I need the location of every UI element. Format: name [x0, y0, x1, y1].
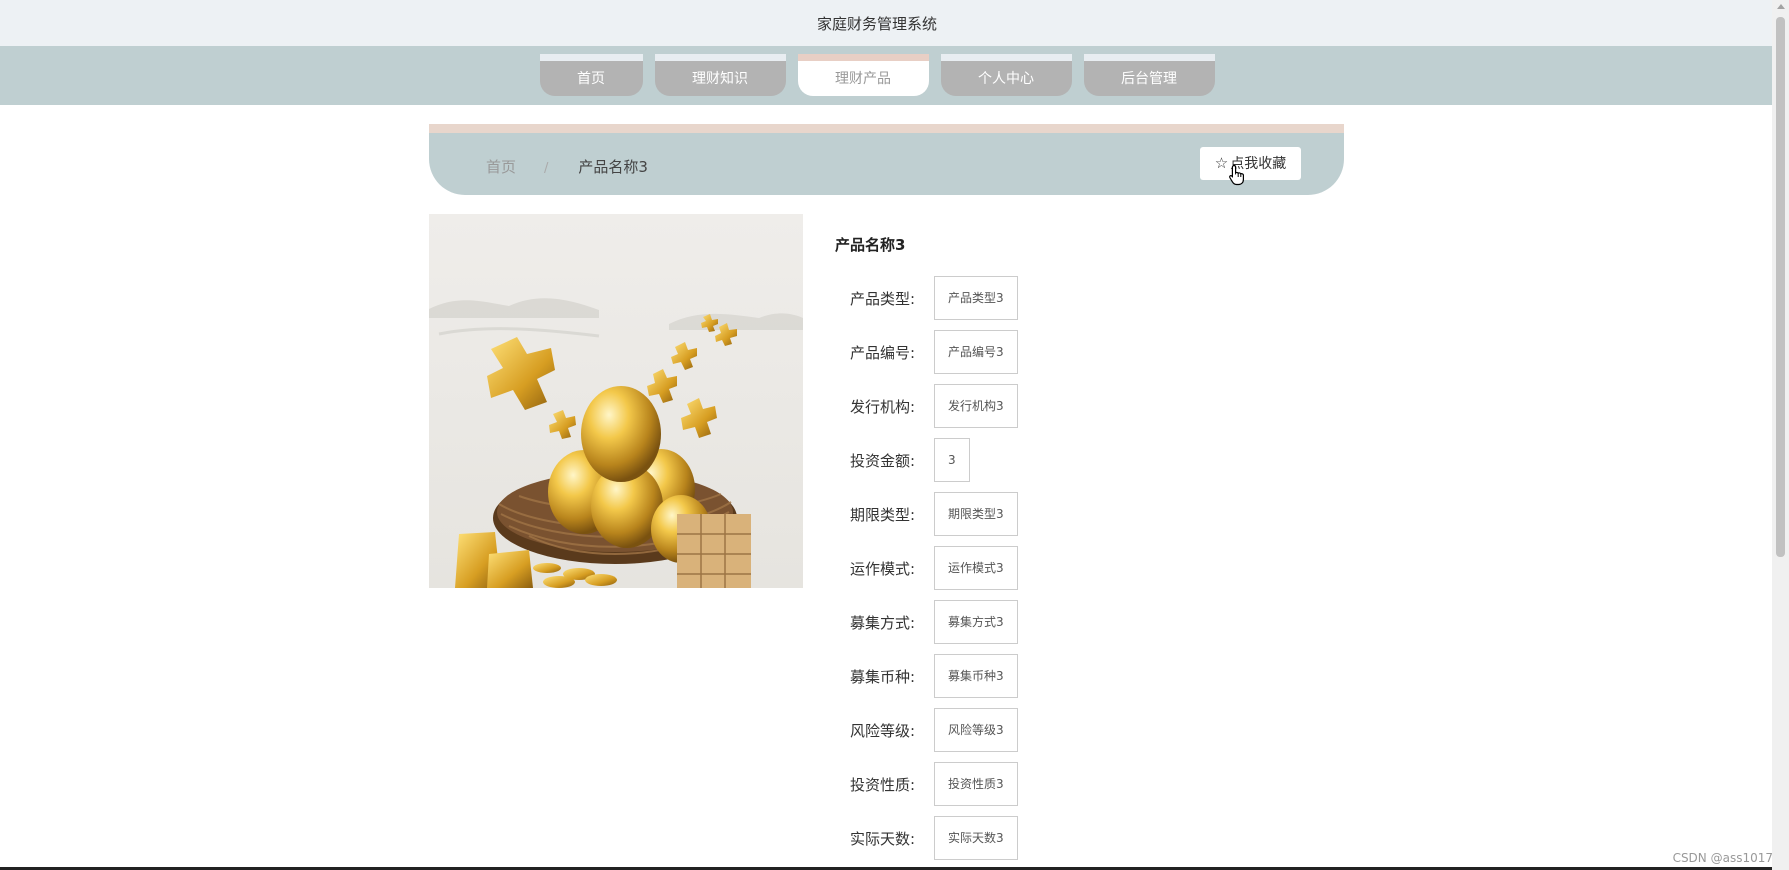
field-value: 运作模式3	[934, 546, 1018, 590]
favorite-button[interactable]: ☆ 点我收藏	[1200, 147, 1301, 180]
product-image	[429, 214, 803, 588]
field-label: 投资性质:	[849, 776, 915, 794]
field-label: 运作模式:	[849, 560, 915, 578]
field-label: 实际天数:	[849, 830, 915, 848]
nav-tabs: 首页 理财知识 理财产品 个人中心 后台管理	[0, 54, 1754, 96]
nav-bar: 首页 理财知识 理财产品 个人中心 后台管理	[0, 46, 1789, 105]
top-header: 家庭财务管理系统	[0, 0, 1789, 46]
field-value: 投资性质3	[934, 762, 1018, 806]
field-label: 风险等级:	[849, 722, 915, 740]
field-value: 募集币种3	[934, 654, 1018, 698]
field-value: 产品类型3	[934, 276, 1018, 320]
field-label: 期限类型:	[849, 506, 915, 524]
field-label: 产品类型:	[849, 290, 915, 308]
field-value: 实际天数3	[934, 816, 1018, 860]
star-outline-icon: ☆	[1214, 154, 1229, 172]
breadcrumb-home-link[interactable]: 首页	[486, 158, 516, 176]
watermark: CSDN @ass1017	[1672, 851, 1773, 865]
nav-tab-personal-center[interactable]: 个人中心	[940, 54, 1072, 96]
nav-tab-admin[interactable]: 后台管理	[1083, 54, 1215, 96]
field-label: 产品编号:	[849, 344, 915, 362]
nav-tab-finance-products[interactable]: 理财产品	[797, 54, 929, 96]
golden-eggs-nest-illustration	[429, 214, 803, 588]
breadcrumb-separator: /	[544, 161, 549, 176]
field-label: 发行机构:	[849, 398, 915, 416]
breadcrumb-bar: 首页 / 产品名称3 ☆ 点我收藏	[429, 124, 1344, 195]
field-value: 期限类型3	[934, 492, 1018, 536]
field-value: 3	[934, 438, 970, 482]
field-label: 投资金额:	[849, 452, 915, 470]
nav-tab-home[interactable]: 首页	[539, 54, 643, 96]
breadcrumb-current: 产品名称3	[578, 158, 648, 176]
field-value: 风险等级3	[934, 708, 1018, 752]
scrollbar-thumb[interactable]	[1776, 17, 1785, 557]
field-label: 募集币种:	[849, 668, 915, 686]
field-value: 发行机构3	[934, 384, 1018, 428]
nav-tab-finance-knowledge[interactable]: 理财知识	[654, 54, 786, 96]
scroll-up-arrow-icon[interactable]	[1777, 4, 1785, 9]
field-label: 募集方式:	[849, 614, 915, 632]
field-value: 募集方式3	[934, 600, 1018, 644]
field-value: 产品编号3	[934, 330, 1018, 374]
hand-pointer-icon	[1229, 164, 1244, 186]
product-title: 产品名称3	[835, 236, 906, 254]
site-title: 家庭财务管理系统	[816, 15, 937, 33]
breadcrumb: 首页 / 产品名称3	[486, 156, 648, 177]
scrollbar[interactable]	[1772, 0, 1789, 870]
